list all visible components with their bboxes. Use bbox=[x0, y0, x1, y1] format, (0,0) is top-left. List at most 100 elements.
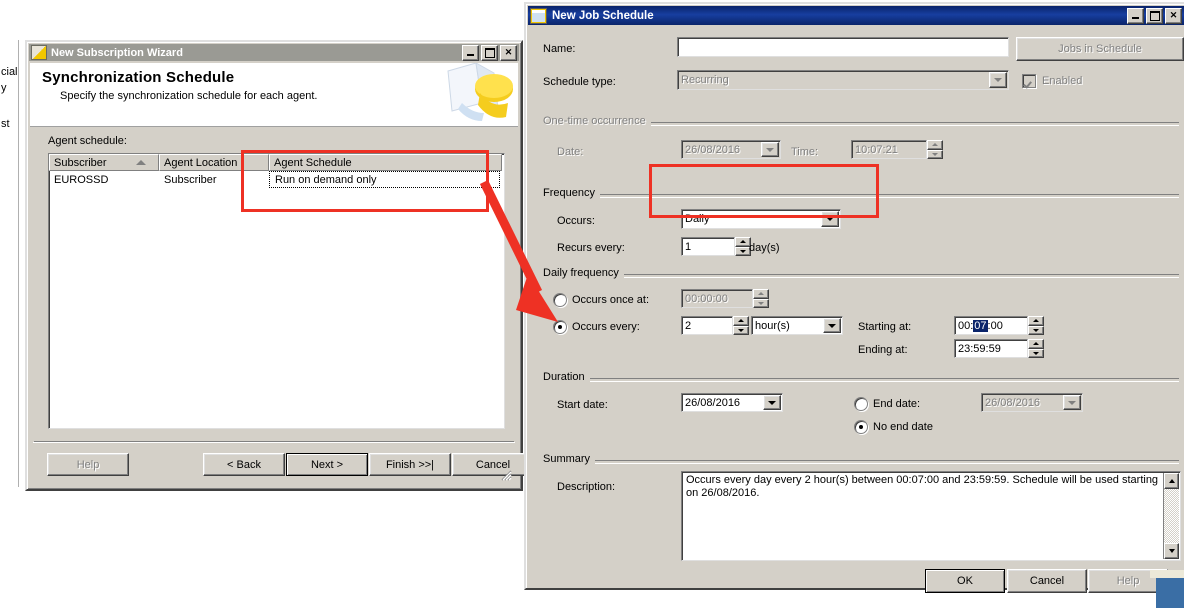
ending-at-spinner[interactable] bbox=[1028, 339, 1044, 358]
schedule-icon bbox=[530, 7, 547, 24]
radio-icon bbox=[854, 420, 868, 434]
wizard-title-bar[interactable]: New Subscription Wizard ✕ bbox=[29, 44, 519, 61]
new-subscription-wizard-window[interactable]: New Subscription Wizard ✕ Synchronizatio… bbox=[25, 40, 534, 491]
grid-header-subscriber-label: Subscriber bbox=[54, 156, 107, 169]
ending-at-label: Ending at: bbox=[858, 344, 908, 356]
job-maximize-button[interactable] bbox=[1146, 7, 1163, 24]
finish-button[interactable]: Finish >>| bbox=[369, 453, 451, 476]
scrollbar-track[interactable] bbox=[1164, 488, 1179, 544]
occurs-every-spinner[interactable] bbox=[733, 316, 749, 335]
ending-at-input[interactable]: 23:59:59 bbox=[954, 339, 1028, 358]
name-label: Name: bbox=[543, 43, 576, 55]
next-button[interactable]: Next > bbox=[286, 453, 368, 476]
job-title: New Job Schedule bbox=[552, 9, 654, 22]
wizard-close-button[interactable]: ✕ bbox=[500, 44, 517, 61]
no-end-date-label: No end date bbox=[873, 421, 933, 433]
radio-icon bbox=[854, 397, 868, 411]
job-title-bar[interactable]: New Job Schedule ✕ bbox=[528, 6, 1184, 25]
summary-label: Summary bbox=[543, 453, 596, 465]
background-text-fragment-3: st bbox=[1, 118, 10, 130]
cell-subscriber[interactable]: EUROSSD bbox=[49, 171, 159, 188]
end-date-radio[interactable]: End date: bbox=[854, 397, 920, 411]
daily-frequency-label: Daily frequency bbox=[543, 267, 624, 279]
one-time-time-input[interactable]: 10:07:21 bbox=[851, 140, 927, 159]
resize-grip-icon[interactable] bbox=[500, 469, 512, 481]
start-date-value: 26/08/2016 bbox=[685, 396, 741, 409]
wizard-subheading: Specify the synchronization schedule for… bbox=[60, 90, 318, 102]
enabled-checkbox[interactable]: Enabled bbox=[1022, 74, 1082, 88]
background-top-strip bbox=[18, 0, 524, 40]
chevron-down-icon[interactable] bbox=[761, 142, 779, 157]
cancel-button[interactable]: Cancel bbox=[452, 453, 534, 476]
description-value: Occurs every day every 2 hour(s) between… bbox=[686, 474, 1159, 499]
end-date-combo[interactable]: 26/08/2016 bbox=[981, 393, 1083, 412]
time-label: Time: bbox=[791, 146, 819, 158]
name-input[interactable] bbox=[677, 37, 1009, 57]
chevron-down-icon[interactable] bbox=[763, 395, 781, 410]
chevron-down-icon[interactable] bbox=[823, 318, 841, 333]
wizard-banner: Synchronization Schedule Specify the syn… bbox=[30, 63, 518, 127]
job-close-button[interactable]: ✕ bbox=[1165, 7, 1182, 24]
starting-at-input[interactable]: 00: 07:00 bbox=[954, 316, 1028, 335]
background-text-fragment-2: y bbox=[1, 82, 7, 94]
starting-at-spinner[interactable] bbox=[1028, 316, 1044, 335]
background-bottom-strip bbox=[0, 487, 524, 608]
start-date-combo[interactable]: 26/08/2016 bbox=[681, 393, 783, 412]
date-label: Date: bbox=[557, 146, 584, 158]
grid-header-subscriber[interactable]: Subscriber bbox=[49, 154, 159, 171]
sort-ascending-icon bbox=[136, 160, 146, 165]
wizard-icon bbox=[31, 45, 47, 60]
job-minimize-button[interactable] bbox=[1127, 7, 1144, 24]
description-scrollbar[interactable] bbox=[1163, 473, 1179, 559]
occurs-every-input[interactable]: 2 bbox=[681, 316, 733, 335]
help-button[interactable]: Help bbox=[47, 453, 129, 476]
grid-header-agent-location-label: Agent Location bbox=[164, 156, 238, 169]
start-date-label: Start date: bbox=[557, 399, 608, 411]
wizard-title: New Subscription Wizard bbox=[51, 46, 183, 59]
job-schedule-body: Name: Jobs in Schedule Schedule type: Re… bbox=[529, 27, 1184, 593]
group-divider bbox=[543, 274, 1179, 278]
group-divider bbox=[543, 460, 1179, 464]
recurs-unit-label: day(s) bbox=[749, 242, 780, 254]
chevron-down-icon[interactable] bbox=[1063, 395, 1081, 410]
occurs-every-unit-combo[interactable]: hour(s) bbox=[751, 316, 843, 335]
checkbox-icon bbox=[1022, 74, 1036, 88]
dialog-cancel-button[interactable]: Cancel bbox=[1007, 569, 1087, 593]
end-date-label: End date: bbox=[873, 398, 921, 410]
frequency-label: Frequency bbox=[543, 187, 600, 199]
wizard-footer: Help < Back Next > Finish >>| Cancel bbox=[33, 442, 534, 483]
description-textarea[interactable]: Occurs every day every 2 hour(s) between… bbox=[681, 471, 1181, 561]
desktop-corner-strip bbox=[1150, 570, 1184, 578]
description-label: Description: bbox=[557, 481, 616, 493]
end-date-value: 26/08/2016 bbox=[985, 396, 1041, 409]
scroll-up-button[interactable] bbox=[1164, 473, 1179, 489]
group-divider bbox=[543, 378, 1179, 382]
schedule-type-combo[interactable]: Recurring bbox=[677, 70, 1009, 90]
schedule-type-label: Schedule type: bbox=[543, 76, 616, 88]
recurs-every-input[interactable]: 1 bbox=[681, 237, 735, 256]
occurs-once-at-spinner[interactable] bbox=[753, 289, 769, 308]
no-end-date-radio[interactable]: No end date bbox=[854, 420, 933, 434]
one-time-date-value: 26/08/2016 bbox=[685, 143, 741, 156]
jobs-in-schedule-button[interactable]: Jobs in Schedule bbox=[1016, 37, 1184, 61]
scroll-down-button[interactable] bbox=[1164, 543, 1179, 559]
desktop-corner-blue bbox=[1156, 578, 1184, 608]
ok-button[interactable]: OK bbox=[925, 569, 1005, 593]
one-time-occurrence-label: One-time occurrence bbox=[543, 115, 651, 127]
wizard-maximize-button[interactable] bbox=[481, 44, 498, 61]
one-time-time-spinner[interactable] bbox=[927, 140, 943, 159]
agent-schedule-label: Agent schedule: bbox=[48, 135, 127, 147]
wizard-banner-graphic bbox=[447, 63, 513, 121]
duration-label: Duration bbox=[543, 371, 590, 383]
one-time-date-combo[interactable]: 26/08/2016 bbox=[681, 140, 781, 159]
occurs-every-unit-value: hour(s) bbox=[755, 319, 790, 332]
annotation-box-occurs bbox=[649, 164, 879, 218]
background-text-fragment-1: cial bbox=[1, 66, 18, 78]
starting-at-label: Starting at: bbox=[858, 321, 912, 333]
occurs-once-at-input[interactable]: 00:00:00 bbox=[681, 289, 753, 308]
new-job-schedule-window[interactable]: New Job Schedule ✕ Name: Jobs in Schedul… bbox=[524, 2, 1184, 593]
back-button[interactable]: < Back bbox=[203, 453, 285, 476]
enabled-label: Enabled bbox=[1042, 75, 1083, 87]
wizard-minimize-button[interactable] bbox=[462, 44, 479, 61]
chevron-down-icon[interactable] bbox=[989, 72, 1007, 88]
